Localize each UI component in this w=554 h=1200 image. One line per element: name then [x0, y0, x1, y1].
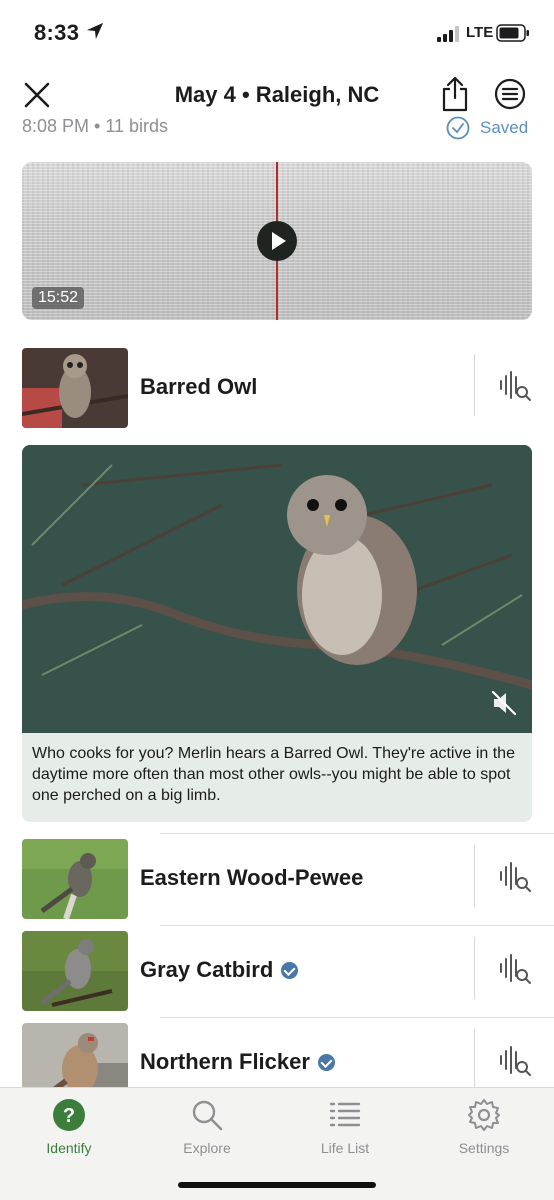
bird-thumbnail: [22, 839, 128, 919]
feature-card: Who cooks for you? Merlin hears a Barred…: [22, 445, 532, 822]
network-type: LTE: [466, 24, 494, 41]
tab-label: Identify: [46, 1140, 92, 1156]
home-indicator[interactable]: [178, 1182, 376, 1188]
divider: [160, 833, 554, 834]
menu-icon[interactable]: [494, 78, 526, 110]
signal-icon: [437, 26, 459, 42]
identify-icon: ?: [53, 1099, 85, 1131]
bird-thumbnail: [22, 931, 128, 1011]
search-icon: [192, 1100, 223, 1131]
bird-row-barred-owl[interactable]: Barred Owl: [0, 342, 554, 434]
divider: [474, 1029, 475, 1091]
sound-search-icon[interactable]: [498, 951, 532, 985]
divider: [474, 845, 475, 907]
tab-label: Explore: [183, 1140, 231, 1156]
divider: [474, 354, 475, 416]
bird-name: Barred Owl: [140, 374, 258, 399]
duration-label: 15:52: [32, 287, 85, 309]
sound-search-icon[interactable]: [498, 368, 532, 402]
share-icon[interactable]: [440, 76, 470, 112]
status-time: 8:33: [34, 20, 80, 45]
spectrogram[interactable]: 15:52: [22, 162, 532, 320]
page-title: May 4 • Raleigh, NC: [174, 82, 380, 107]
bird-name: Eastern Wood-Pewee: [140, 865, 364, 890]
check-circle-icon: [446, 116, 470, 140]
bird-name: Northern Flicker: [140, 1049, 335, 1075]
tab-life-list[interactable]: Life List: [290, 1098, 400, 1162]
divider: [160, 925, 554, 926]
recording-subinfo: 8:08 PM • 11 birds: [22, 116, 169, 136]
verified-icon: [317, 1053, 335, 1071]
saved-label: Saved: [480, 118, 529, 137]
tab-settings[interactable]: Settings: [429, 1098, 539, 1162]
bird-row-gray-catbird[interactable]: Gray Catbird: [0, 925, 554, 1017]
list-icon: [329, 1102, 361, 1127]
feature-description: Who cooks for you? Merlin hears a Barred…: [32, 745, 515, 804]
bird-name: Gray Catbird: [140, 957, 299, 983]
location-arrow-icon: [86, 22, 104, 40]
sound-search-icon[interactable]: [498, 1043, 532, 1077]
owl-photo: [22, 445, 532, 733]
tab-explore[interactable]: Explore: [152, 1098, 262, 1162]
verified-icon: [281, 961, 299, 979]
battery-icon: [496, 24, 529, 42]
gear-icon: [468, 1099, 500, 1131]
divider: [160, 1017, 554, 1018]
divider: [474, 937, 475, 999]
sound-search-icon[interactable]: [498, 859, 532, 893]
bird-thumbnail: [22, 348, 128, 428]
mute-icon[interactable]: [490, 689, 518, 717]
play-button[interactable]: [257, 221, 297, 261]
tab-identify[interactable]: ? Identify: [14, 1098, 124, 1162]
bird-row-eastern-wood-pewee[interactable]: Eastern Wood-Pewee: [0, 833, 554, 925]
status-bar: 8:33 LTE: [0, 0, 554, 62]
svg-text:?: ?: [63, 1105, 75, 1127]
tab-label: Settings: [458, 1140, 510, 1156]
saved-status[interactable]: Saved: [446, 116, 528, 140]
tab-label: Life List: [320, 1140, 370, 1156]
close-icon[interactable]: [22, 80, 52, 110]
